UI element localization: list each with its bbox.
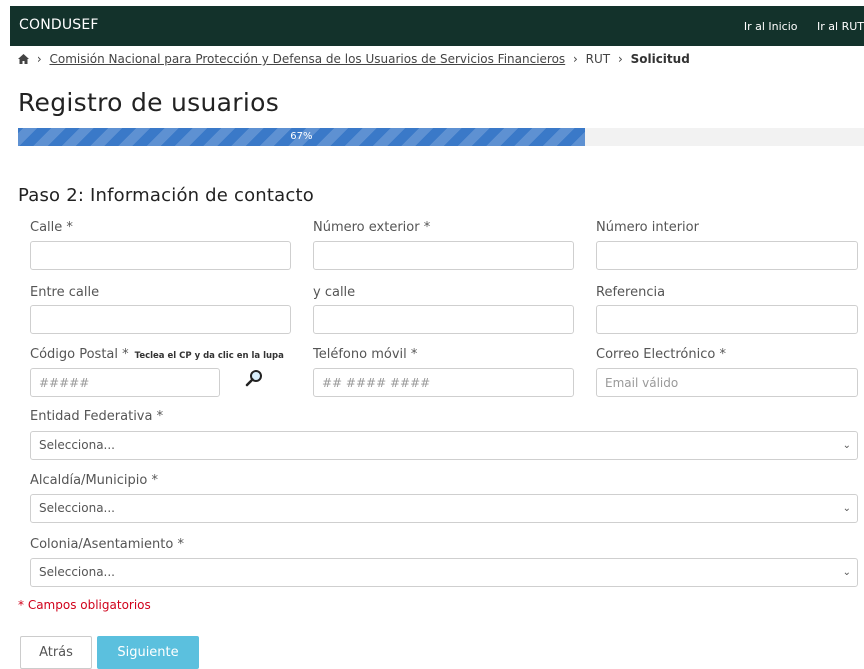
entidad-select[interactable]: Selecciona... ⌄: [30, 431, 858, 460]
telefono-input[interactable]: [313, 368, 574, 397]
progress-fill: 67%: [18, 128, 585, 146]
colonia-label: Colonia/Asentamiento *: [30, 537, 184, 552]
chevron-down-icon: ⌄: [842, 567, 851, 578]
top-nav: Ir al Inicio Ir al RUT: [728, 20, 864, 33]
alcaldia-label: Alcaldía/Municipio *: [30, 473, 158, 488]
numero-exterior-label: Número exterior *: [313, 220, 431, 235]
y-calle-label: y calle: [313, 285, 356, 300]
next-button[interactable]: Siguiente: [97, 636, 199, 669]
numero-exterior-input[interactable]: [313, 241, 574, 270]
breadcrumb: › Comisión Nacional para Protección y De…: [18, 52, 690, 66]
alcaldia-selected-value: Selecciona...: [39, 501, 115, 515]
codigo-postal-input[interactable]: [30, 368, 220, 397]
codigo-postal-hint: Teclea el CP y da clic en la lupa: [134, 351, 284, 361]
codigo-postal-label-text: Código Postal *: [30, 347, 129, 362]
entre-calle-input[interactable]: [30, 305, 291, 334]
nav-link-inicio[interactable]: Ir al Inicio: [744, 20, 798, 33]
referencia-input[interactable]: [596, 305, 858, 334]
numero-interior-label: Número interior: [596, 220, 699, 235]
required-fields-note: * Campos obligatorios: [18, 598, 151, 612]
progress-bar: 67%: [18, 128, 864, 146]
chevron-down-icon: ⌄: [842, 503, 851, 514]
brand-name: CONDUSEF: [19, 17, 99, 33]
step-title: Paso 2: Información de contacto: [18, 185, 314, 206]
page-title: Registro de usuarios: [18, 88, 280, 117]
breadcrumb-section[interactable]: RUT: [586, 52, 610, 66]
y-calle-input[interactable]: [313, 305, 574, 334]
codigo-postal-label: Código Postal * Teclea el CP y da clic en…: [30, 347, 284, 362]
referencia-label: Referencia: [596, 285, 666, 300]
numero-interior-input[interactable]: [596, 241, 858, 270]
breadcrumb-separator: ›: [36, 52, 42, 66]
back-button[interactable]: Atrás: [20, 636, 92, 669]
breadcrumb-separator: ›: [573, 52, 578, 66]
top-header: CONDUSEF Ir al Inicio Ir al RUT: [10, 6, 864, 46]
telefono-label: Teléfono móvil *: [313, 347, 418, 362]
search-icon[interactable]: [244, 368, 264, 388]
home-icon[interactable]: [18, 54, 29, 64]
correo-input[interactable]: [596, 368, 858, 397]
alcaldia-select[interactable]: Selecciona... ⌄: [30, 494, 858, 523]
chevron-down-icon: ⌄: [842, 440, 851, 451]
breadcrumb-separator: ›: [617, 52, 623, 66]
nav-link-rut[interactable]: Ir al RUT: [817, 20, 864, 33]
calle-input[interactable]: [30, 241, 291, 270]
colonia-select[interactable]: Selecciona... ⌄: [30, 558, 858, 587]
breadcrumb-org-link[interactable]: Comisión Nacional para Protección y Defe…: [49, 52, 565, 66]
calle-label: Calle *: [30, 220, 73, 235]
entre-calle-label: Entre calle: [30, 285, 100, 300]
entidad-label: Entidad Federativa *: [30, 409, 164, 424]
colonia-selected-value: Selecciona...: [39, 565, 115, 579]
correo-label: Correo Electrónico *: [596, 347, 726, 362]
breadcrumb-current: Solicitud: [630, 52, 690, 66]
entidad-selected-value: Selecciona...: [39, 438, 115, 452]
